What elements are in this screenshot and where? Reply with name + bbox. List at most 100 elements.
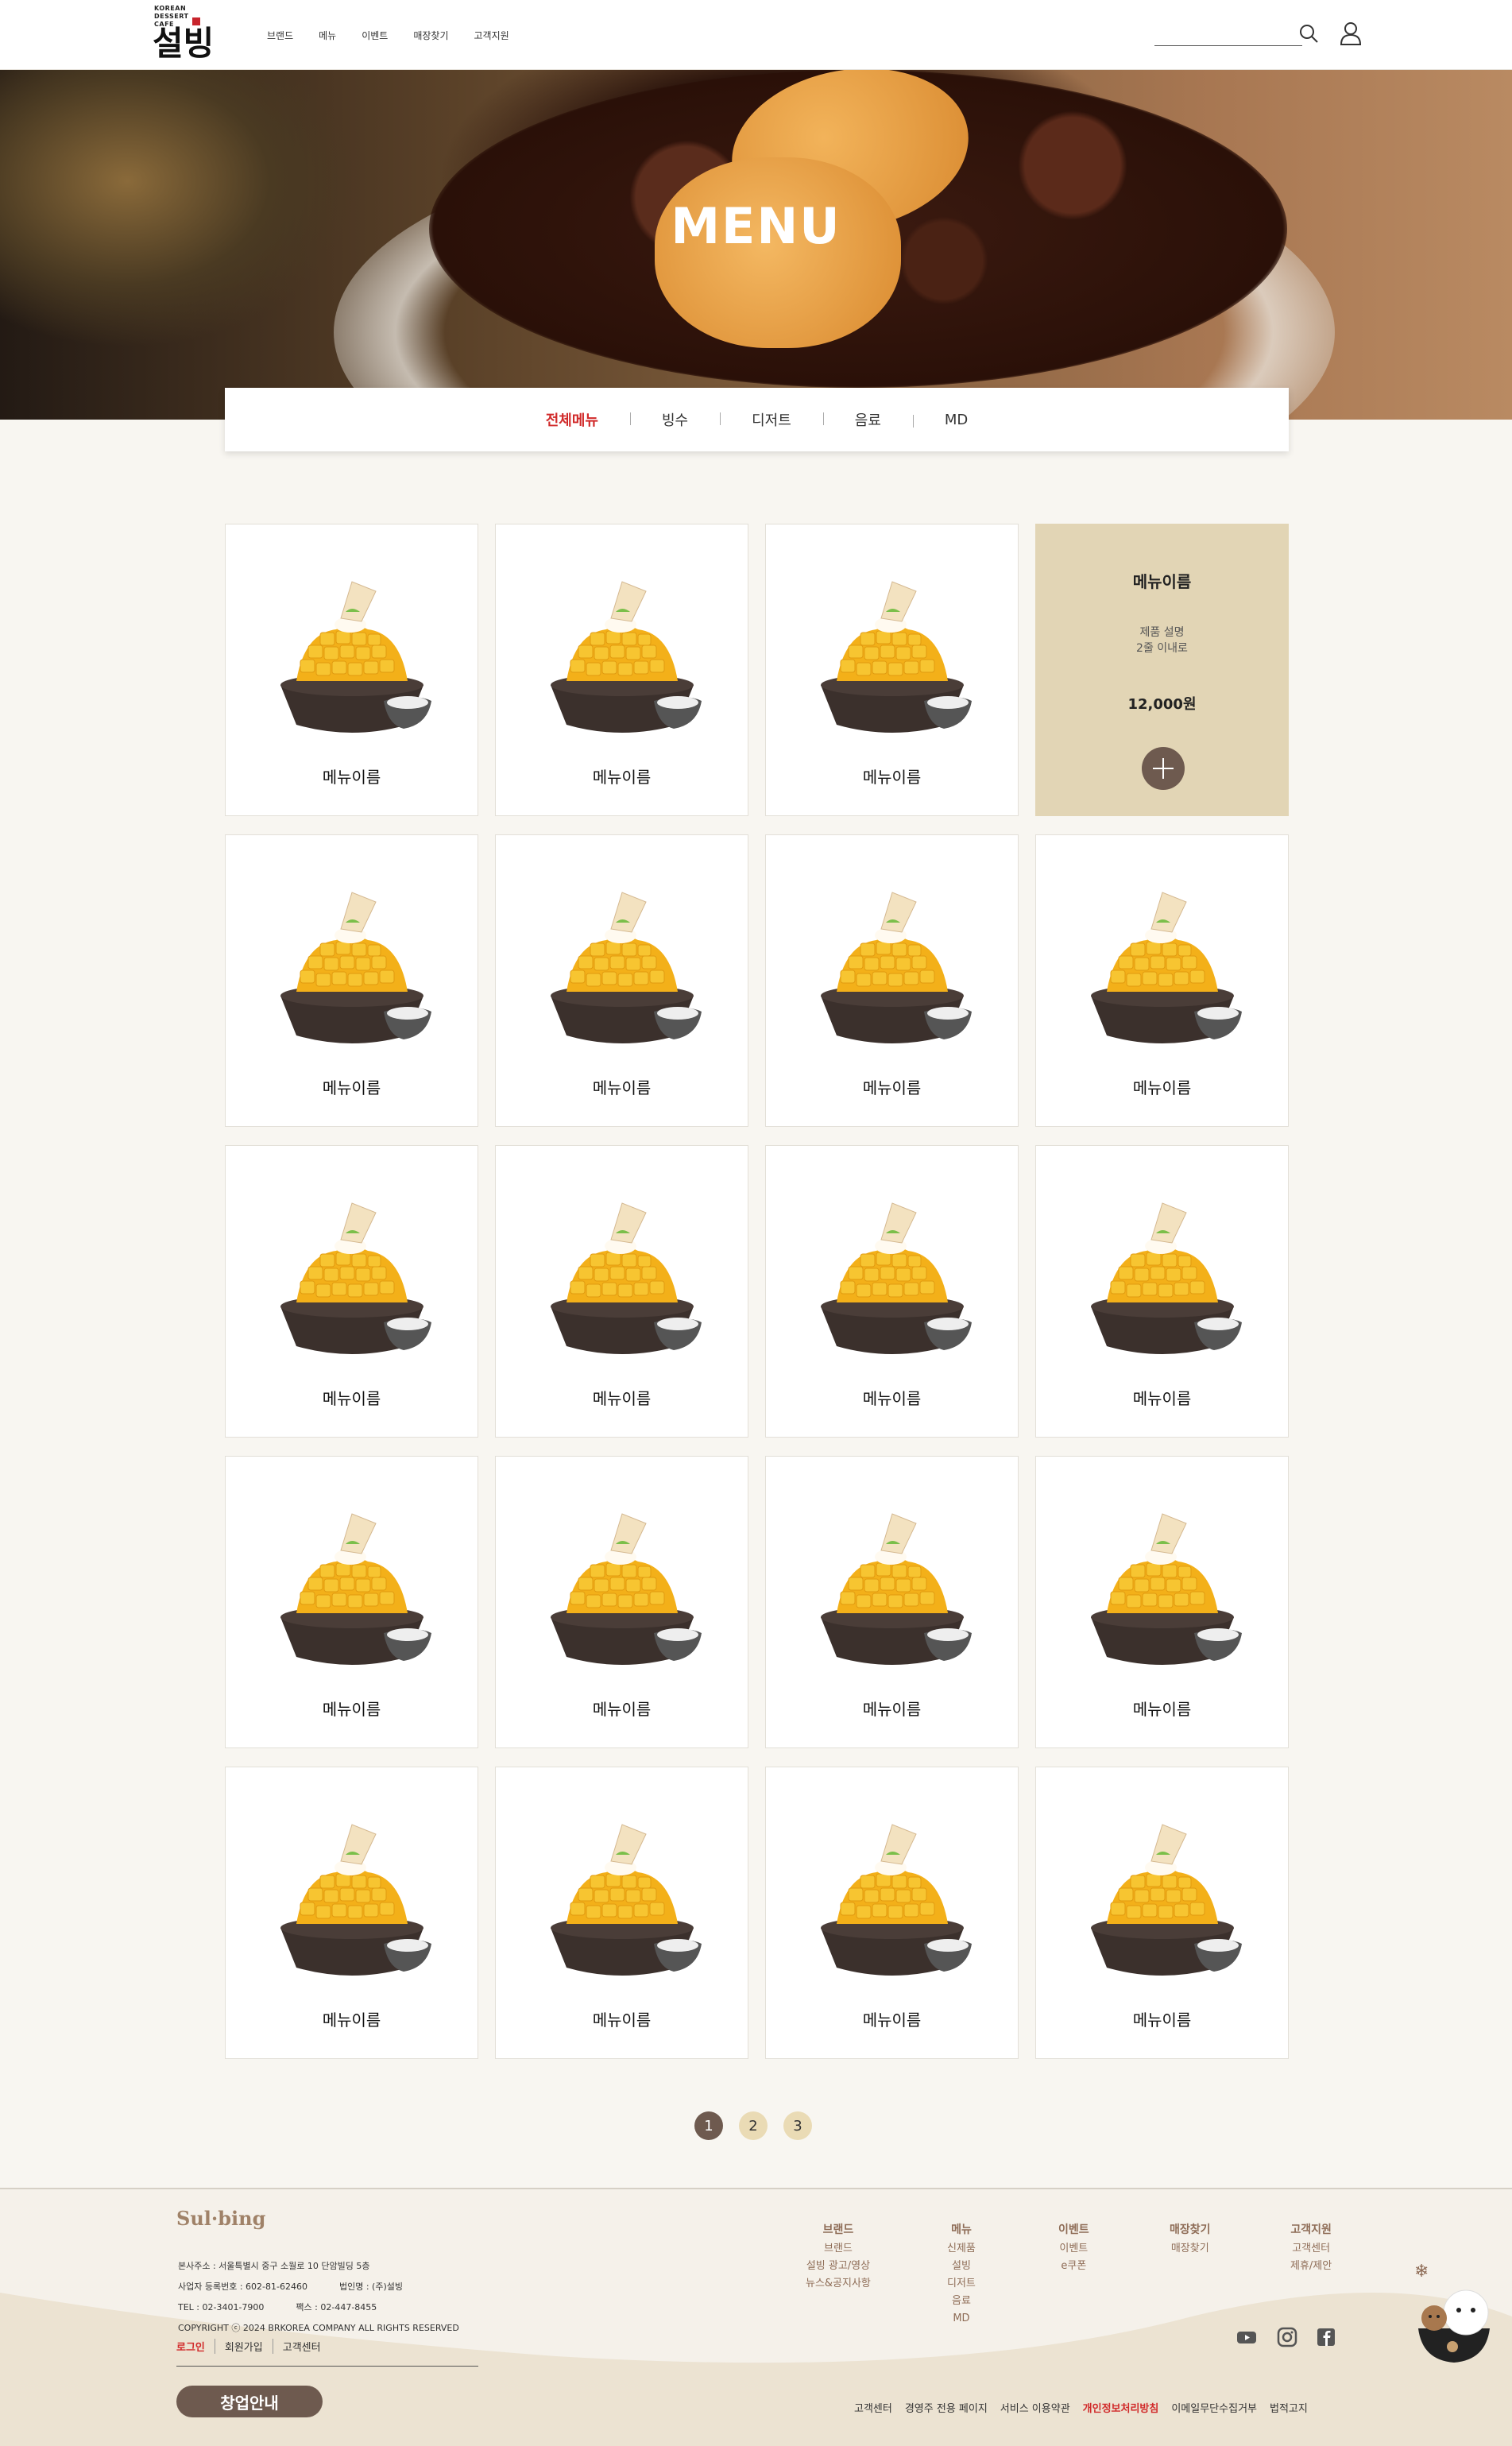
footer-nav-title[interactable]: 메뉴 <box>947 2221 976 2239</box>
menu-card[interactable]: 메뉴이름 <box>225 1456 478 1748</box>
nav-menu[interactable]: 메뉴 <box>319 29 336 42</box>
page-button[interactable]: 1 <box>694 2111 723 2140</box>
corp-name: 법인명 : (주)설빙 <box>338 2282 403 2292</box>
cs-link[interactable]: 고객센터 <box>272 2339 331 2354</box>
menu-name: 메뉴이름 <box>1132 2011 1192 2030</box>
divider <box>176 2366 478 2367</box>
tab-dessert[interactable]: 디저트 <box>720 409 823 430</box>
bingsu-image <box>813 1498 972 1673</box>
footer-nav-title[interactable]: 브랜드 <box>806 2221 871 2239</box>
search-icon[interactable] <box>1297 22 1320 45</box>
footer-nav-title[interactable]: 매장찾기 <box>1170 2221 1211 2239</box>
bingsu-image <box>273 1498 431 1673</box>
footer-nav-item[interactable]: 브랜드 <box>806 2240 871 2258</box>
footer-nav-item[interactable]: 매장찾기 <box>1170 2240 1211 2258</box>
footer-nav-item[interactable]: 제휴/제안 <box>1290 2258 1332 2275</box>
footer-link[interactable]: 법적고지 <box>1270 2400 1308 2415</box>
fax: 팩스 : 02-447-8455 <box>296 2302 377 2312</box>
facebook-icon[interactable] <box>1315 2326 1337 2348</box>
footer-nav-item[interactable]: MD <box>947 2310 976 2328</box>
footer-nav-item[interactable]: 디저트 <box>947 2275 976 2293</box>
instagram-icon[interactable] <box>1276 2326 1298 2348</box>
nav-event[interactable]: 이벤트 <box>362 29 388 42</box>
footer-nav-item[interactable]: 설빙 광고/영상 <box>806 2258 871 2275</box>
franchise-button[interactable]: 창업안내 <box>176 2386 323 2417</box>
footer-nav-item[interactable]: 음료 <box>947 2293 976 2310</box>
menu-name: 메뉴이름 <box>592 2011 652 2030</box>
menu-card[interactable]: 메뉴이름 제품 설명 2줄 이내로 12,000원 <box>1035 524 1289 816</box>
footer-nav-menu: 메뉴 신제품 설빙 디저트 음료 MD <box>947 2221 976 2328</box>
nav-store[interactable]: 매장찾기 <box>413 29 448 42</box>
login-link[interactable]: 로그인 <box>176 2339 215 2354</box>
footer-link[interactable]: 이메일무단수집거부 <box>1171 2400 1257 2415</box>
menu-card[interactable]: 메뉴이름 <box>1035 1145 1289 1438</box>
footer-nav-title[interactable]: 이벤트 <box>1058 2221 1089 2239</box>
tab-all[interactable]: 전체메뉴 <box>514 409 630 430</box>
user-icon[interactable] <box>1339 21 1363 46</box>
menu-card[interactable]: 메뉴이름 <box>765 834 1019 1127</box>
menu-name: 메뉴이름 <box>862 768 922 787</box>
bingsu-image <box>273 566 431 741</box>
hero-banner: MENU <box>0 70 1512 420</box>
footer-link[interactable]: 경영주 전용 페이지 <box>905 2400 988 2415</box>
menu-card[interactable]: 메뉴이름 <box>765 1767 1019 2059</box>
bingsu-image <box>543 1809 702 1984</box>
menu-name: 메뉴이름 <box>1132 1700 1192 1719</box>
footer-nav-store: 매장찾기 매장찾기 <box>1170 2221 1211 2258</box>
menu-card[interactable]: 메뉴이름 <box>1035 834 1289 1127</box>
footer-nav-item[interactable]: 고객센터 <box>1290 2240 1332 2258</box>
menu-card[interactable]: 메뉴이름 <box>495 1456 748 1748</box>
menu-description: 제품 설명 2줄 이내로 <box>1136 626 1188 655</box>
biz-no: 사업자 등록번호 : 602-81-62460 <box>178 2282 307 2292</box>
footer-nav-item[interactable]: 이벤트 <box>1058 2240 1089 2258</box>
nav-brand[interactable]: 브랜드 <box>267 29 293 42</box>
footer-bottom-links: 고객센터 경영주 전용 페이지 서비스 이용약관 개인정보처리방침 이메일무단수… <box>854 2400 1308 2415</box>
menu-card[interactable]: 메뉴이름 <box>765 1456 1019 1748</box>
bingsu-image <box>1083 1187 1242 1362</box>
menu-card[interactable]: 메뉴이름 <box>495 1145 748 1438</box>
tab-drink[interactable]: 음료 <box>822 409 913 430</box>
menu-card[interactable]: 메뉴이름 <box>1035 1767 1289 2059</box>
youtube-icon[interactable] <box>1236 2326 1258 2348</box>
menu-card[interactable]: 메뉴이름 <box>495 524 748 816</box>
signup-link[interactable]: 회원가입 <box>214 2339 273 2354</box>
tel: TEL : 02-3401-7900 <box>178 2302 265 2312</box>
bingsu-image <box>543 1498 702 1673</box>
footer-nav-item[interactable]: 신제품 <box>947 2240 976 2258</box>
page-button[interactable]: 2 <box>739 2111 768 2140</box>
menu-card[interactable]: 메뉴이름 <box>225 1145 478 1438</box>
menu-name: 메뉴이름 <box>322 1389 381 1408</box>
nav-support[interactable]: 고객지원 <box>474 29 509 42</box>
footer-nav-title[interactable]: 고객지원 <box>1290 2221 1332 2239</box>
menu-name: 메뉴이름 <box>862 1700 922 1719</box>
copyright: COPYRIGHT ⓒ 2024 BRKOREA COMPANY ALL RIG… <box>178 2323 459 2333</box>
search-input[interactable] <box>1154 22 1302 46</box>
page-button[interactable]: 3 <box>783 2111 812 2140</box>
menu-card[interactable]: 메뉴이름 <box>1035 1456 1289 1748</box>
menu-card[interactable]: 메뉴이름 <box>765 1145 1019 1438</box>
menu-card[interactable]: 메뉴이름 <box>765 524 1019 816</box>
mascot-illustration: ❄ <box>1414 2262 1490 2363</box>
plus-icon[interactable] <box>1142 747 1185 790</box>
bingsu-image <box>1083 1809 1242 1984</box>
footer-nav-event: 이벤트 이벤트 e쿠폰 <box>1058 2221 1089 2275</box>
menu-card[interactable]: 메뉴이름 <box>225 1767 478 2059</box>
privacy-policy-link[interactable]: 개인정보처리방침 <box>1083 2400 1159 2415</box>
footer-nav-item[interactable]: e쿠폰 <box>1058 2258 1089 2275</box>
footer-nav-item[interactable]: 설빙 <box>947 2258 976 2275</box>
footer-link[interactable]: 서비스 이용약관 <box>1000 2400 1070 2415</box>
menu-card[interactable]: 메뉴이름 <box>225 834 478 1127</box>
bingsu-image <box>543 1187 702 1362</box>
bingsu-image <box>813 1187 972 1362</box>
brand-logo[interactable]: KOREAN DESSERT CAFE 설빙 <box>151 5 230 67</box>
menu-name: 메뉴이름 <box>322 2011 381 2030</box>
footer-nav-item[interactable]: 뉴스&공지사항 <box>806 2275 871 2293</box>
tab-bingsu[interactable]: 빙수 <box>629 409 720 430</box>
tab-md[interactable]: MD <box>912 412 1000 428</box>
footer-link[interactable]: 고객센터 <box>854 2400 892 2415</box>
menu-name: 메뉴이름 <box>862 2011 922 2030</box>
menu-card[interactable]: 메뉴이름 <box>225 524 478 816</box>
menu-card[interactable]: 메뉴이름 <box>495 1767 748 2059</box>
menu-name: 메뉴이름 <box>862 1389 922 1408</box>
menu-card[interactable]: 메뉴이름 <box>495 834 748 1127</box>
